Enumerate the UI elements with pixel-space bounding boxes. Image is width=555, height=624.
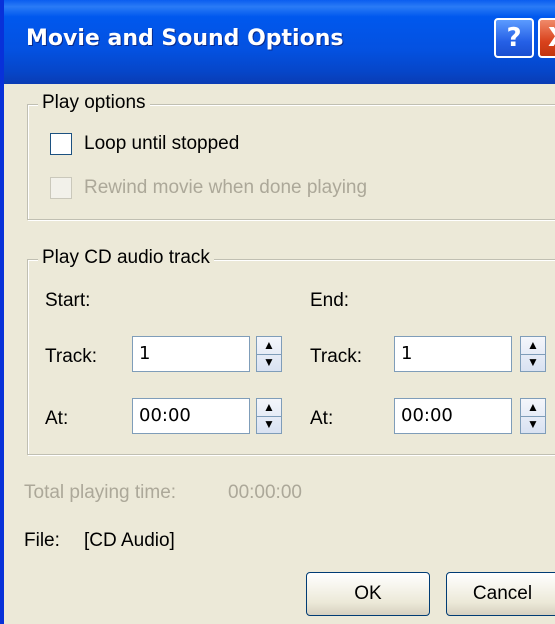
title-bar[interactable]: Movie and Sound Options ? X (4, 0, 555, 84)
total-playing-time-value: 00:00:00 (228, 482, 302, 503)
loop-until-stopped-label: Loop until stopped (84, 133, 240, 154)
spin-down-icon[interactable]: ▼ (521, 354, 545, 371)
spin-up-icon[interactable]: ▲ (521, 399, 545, 417)
spin-down-icon[interactable]: ▼ (257, 354, 281, 371)
rewind-movie-row: Rewind movie when done playing (50, 177, 367, 199)
end-at-input[interactable]: 00:00 (394, 398, 512, 434)
help-icon: ? (506, 23, 522, 53)
file-value: [CD Audio] (84, 530, 175, 551)
cd-audio-group-label: Play CD audio track (38, 247, 214, 269)
spin-up-icon[interactable]: ▲ (257, 399, 281, 417)
spin-up-icon[interactable]: ▲ (257, 337, 281, 355)
end-track-spinner[interactable]: ▲ ▼ (520, 336, 546, 372)
start-at-input[interactable]: 00:00 (132, 398, 250, 434)
start-track-input[interactable]: 1 (132, 336, 250, 372)
start-label: Start: (45, 290, 91, 311)
rewind-movie-label: Rewind movie when done playing (84, 177, 368, 198)
start-at-spinner[interactable]: ▲ ▼ (256, 398, 282, 434)
window-title: Movie and Sound Options (26, 26, 344, 51)
rewind-movie-checkbox (50, 177, 72, 199)
start-track-spinner[interactable]: ▲ ▼ (256, 336, 282, 372)
close-button[interactable]: X (538, 18, 555, 58)
total-playing-time-label: Total playing time: (24, 482, 177, 503)
spin-down-icon[interactable]: ▼ (257, 416, 281, 433)
file-label: File: (24, 530, 60, 551)
movie-sound-options-dialog: Movie and Sound Options ? X Play options… (0, 0, 555, 624)
end-track-input[interactable]: 1 (394, 336, 512, 372)
play-options-group: Play options Loop until stopped Rewind m… (27, 92, 555, 220)
end-track-label: Track: (310, 346, 363, 367)
close-icon: X (548, 23, 555, 53)
loop-until-stopped-checkbox[interactable] (50, 133, 72, 155)
spin-up-icon[interactable]: ▲ (521, 337, 545, 355)
spin-down-icon[interactable]: ▼ (521, 416, 545, 433)
loop-until-stopped-row[interactable]: Loop until stopped (50, 133, 239, 155)
cancel-button[interactable]: Cancel (446, 572, 555, 616)
start-track-label: Track: (45, 346, 98, 367)
end-label: End: (310, 290, 350, 311)
ok-button[interactable]: OK (306, 572, 430, 616)
end-at-label: At: (310, 408, 334, 429)
end-at-spinner[interactable]: ▲ ▼ (520, 398, 546, 434)
help-button[interactable]: ? (494, 18, 534, 58)
start-at-label: At: (45, 408, 69, 429)
cd-audio-group: Play CD audio track Start: End: Track: 1… (27, 247, 555, 455)
play-options-group-label: Play options (38, 92, 150, 114)
